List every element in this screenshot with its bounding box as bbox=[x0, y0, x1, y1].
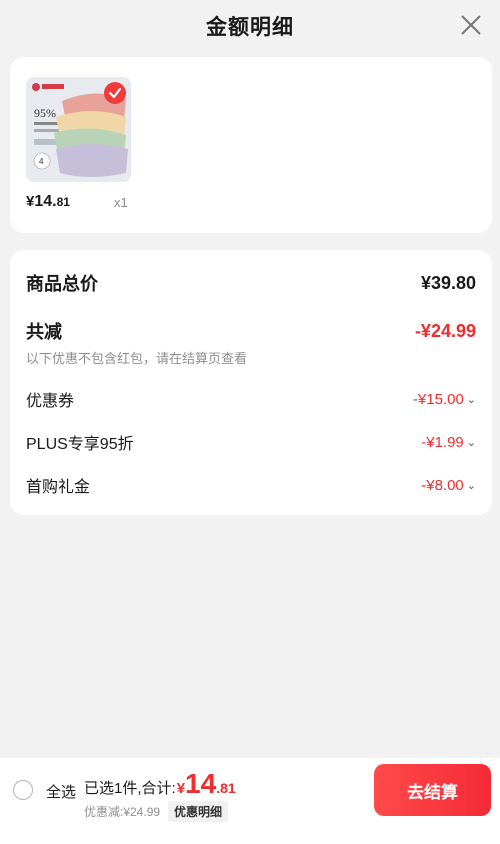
header: 金额明细 bbox=[0, 0, 500, 52]
reduce-row: 共减 -¥24.99 bbox=[26, 318, 476, 344]
discount-note: 以下优惠不包含红包，请在结算页查看 bbox=[26, 351, 248, 366]
reduce-label: 共减 bbox=[26, 322, 62, 342]
discount-item-label: 首购礼金 bbox=[26, 479, 91, 496]
select-all-label[interactable]: 全选 bbox=[46, 781, 76, 802]
price-decimal: 81 bbox=[56, 195, 70, 209]
chevron-down-icon: ⌄ bbox=[466, 436, 476, 449]
discount-item-label: PLUS专享95折 bbox=[26, 436, 134, 453]
product-card: 95% 4 ¥ 14. 81 x1 bbox=[10, 57, 492, 233]
discount-item[interactable]: 优惠券 -¥15.00 ⌄ bbox=[26, 387, 476, 411]
select-all-radio[interactable] bbox=[13, 780, 33, 800]
discount-total-text: 优惠减:¥24.99 bbox=[84, 805, 161, 819]
summary-card: 商品总价 ¥39.80 共减 -¥24.99 以下优惠不包含红包，请在结算页查看… bbox=[10, 250, 492, 515]
discount-item-value-wrap: -¥1.99 ⌄ bbox=[421, 434, 476, 451]
close-icon[interactable] bbox=[458, 12, 484, 38]
total-integer: 14 bbox=[185, 768, 217, 799]
discount-item-label: 优惠券 bbox=[26, 393, 75, 410]
price-currency: ¥ bbox=[26, 193, 35, 210]
checkout-bar: 全选 已选1件,合计: ¥ 14 .81 优惠减:¥24.99 优惠明细 去结算 bbox=[0, 758, 500, 844]
reduce-value: -¥24.99 bbox=[414, 320, 476, 341]
product-price: ¥ 14. 81 bbox=[26, 193, 70, 211]
total-line: 已选1件,合计: ¥ 14 .81 bbox=[84, 768, 236, 800]
discount-item[interactable]: PLUS专享95折 -¥1.99 ⌄ bbox=[26, 430, 476, 454]
total-decimal: .81 bbox=[216, 780, 236, 796]
chevron-down-icon: ⌄ bbox=[466, 479, 476, 492]
discount-item[interactable]: 首购礼金 -¥8.00 ⌄ bbox=[26, 473, 476, 497]
total-label: 商品总价 bbox=[26, 274, 98, 294]
chevron-down-icon: ⌄ bbox=[466, 393, 476, 406]
discount-item-value-wrap: -¥15.00 ⌄ bbox=[413, 391, 476, 408]
total-value: ¥39.80 bbox=[420, 272, 476, 293]
product-image[interactable]: 95% 4 bbox=[26, 77, 131, 182]
total-currency: ¥ bbox=[176, 780, 186, 797]
discount-detail-button[interactable]: 优惠明细 bbox=[168, 801, 229, 822]
product-quantity: x1 bbox=[114, 195, 128, 210]
discount-item-value: -¥1.99 bbox=[421, 433, 464, 451]
selected-count-label: 已选1件,合计: bbox=[84, 780, 176, 797]
total-row: 商品总价 ¥39.80 bbox=[26, 270, 476, 296]
selected-check-icon[interactable] bbox=[104, 82, 126, 104]
checkout-button[interactable]: 去结算 bbox=[374, 764, 491, 816]
discount-item-value: -¥8.00 bbox=[421, 476, 464, 494]
discount-item-value-wrap: -¥8.00 ⌄ bbox=[421, 477, 476, 494]
price-integer: 14. bbox=[34, 193, 57, 210]
discount-line: 优惠减:¥24.99 优惠明细 bbox=[84, 801, 229, 822]
product-image-text: 95% bbox=[34, 106, 56, 120]
page-title: 金额明细 bbox=[206, 16, 294, 39]
svg-text:4: 4 bbox=[39, 157, 44, 166]
discount-item-value: -¥15.00 bbox=[412, 390, 464, 408]
